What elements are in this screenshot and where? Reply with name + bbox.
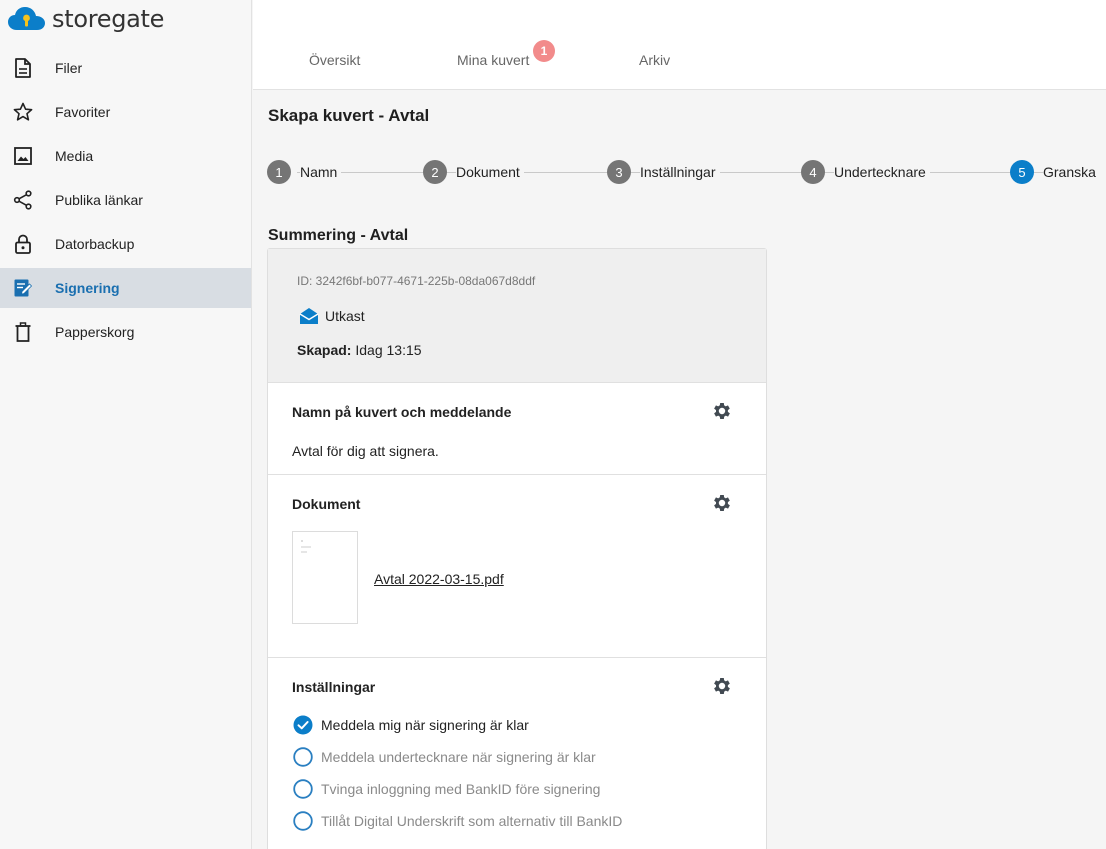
option-label: Meddela mig när signering är klar [321, 717, 529, 733]
gear-icon[interactable] [711, 400, 733, 422]
image-icon [13, 146, 33, 166]
sidebar-item-label: Media [55, 148, 94, 164]
document-thumbnail[interactable] [292, 531, 358, 624]
sidebar-item-media[interactable]: Media [0, 136, 251, 176]
trash-icon [13, 322, 33, 342]
sidebar-item-filer[interactable]: Filer [0, 48, 251, 88]
envelope-message: Avtal för dig att signera. [292, 443, 439, 459]
sidebar-item-label: Papperskorg [55, 324, 135, 340]
step-label: Dokument [456, 164, 524, 180]
sidebar-item-label: Filer [55, 60, 83, 76]
tab-mina-kuvert[interactable]: Mina kuvert [457, 52, 529, 68]
step-number: 5 [1010, 160, 1034, 184]
option-force-bankid[interactable]: Tvinga inloggning med BankID före signer… [293, 779, 600, 799]
step-installningar[interactable]: 3 Inställningar [607, 160, 720, 184]
document-link[interactable]: Avtal 2022-03-15.pdf [374, 571, 504, 587]
sidebar-item-papperskorg[interactable]: Papperskorg [0, 312, 251, 352]
sidebar-item-datorbackup[interactable]: Datorbackup [0, 224, 251, 264]
step-number: 1 [267, 160, 291, 184]
checked-circle-icon [293, 715, 313, 735]
created-value: Idag 13:15 [355, 342, 422, 358]
tab-bar: Översikt Mina kuvert 1 Arkiv [253, 0, 1106, 90]
sidebar-item-label: Signering [55, 280, 120, 296]
step-number: 2 [423, 160, 447, 184]
star-icon [13, 102, 33, 122]
step-namn[interactable]: 1 Namn [267, 160, 342, 184]
signing-icon [13, 278, 33, 298]
section-title: Namn på kuvert och meddelande [292, 404, 512, 420]
main-content: Översikt Mina kuvert 1 Arkiv Skapa kuver… [253, 0, 1106, 849]
option-notify-signers[interactable]: Meddela undertecknare när signering är k… [293, 747, 596, 767]
sidebar-item-signering[interactable]: Signering [0, 268, 251, 308]
envelope-id: ID: 3242f6bf-b077-4671-225b-08da067d8ddf [297, 274, 536, 288]
option-label: Tvinga inloggning med BankID före signer… [321, 781, 601, 797]
step-label: Undertecknare [834, 164, 930, 180]
page-title: Skapa kuvert - Avtal [268, 106, 430, 125]
name-section: Namn på kuvert och meddelande Avtal för … [268, 382, 766, 474]
app-window: storegate Filer Favoriter Media Publika … [0, 0, 1106, 849]
created-info: Skapad: Idag 13:15 [297, 342, 422, 358]
storegate-cloud-icon [8, 7, 45, 30]
step-label: Granska [1043, 164, 1100, 180]
document-preview-icon [301, 540, 311, 553]
brand-logo[interactable]: storegate [8, 4, 164, 34]
option-label: Tillåt Digital Underskrift som alternati… [321, 813, 623, 829]
envelope-status: Utkast [299, 307, 365, 325]
sidebar-item-label: Favoriter [55, 104, 111, 120]
gear-icon[interactable] [711, 492, 733, 514]
sidebar-nav: Filer Favoriter Media Publika länkar Dat… [0, 48, 251, 356]
step-number: 3 [607, 160, 631, 184]
radio-circle-icon [293, 779, 313, 799]
sidebar-item-label: Publika länkar [55, 192, 143, 208]
sidebar-item-favoriter[interactable]: Favoriter [0, 92, 251, 132]
section-title: Dokument [292, 496, 361, 512]
summary-card: ID: 3242f6bf-b077-4671-225b-08da067d8ddf… [267, 248, 767, 849]
step-label: Namn [300, 164, 342, 180]
documents-section: Dokument Avtal 2022-03-15.pdf [268, 474, 766, 657]
envelope-icon [299, 308, 319, 324]
sidebar-item-publika-lankar[interactable]: Publika länkar [0, 180, 251, 220]
brand-name: storegate [52, 5, 165, 33]
step-granska[interactable]: 5 Granska [1010, 160, 1100, 184]
settings-section: Inställningar Meddela mig när signering … [268, 657, 766, 849]
tab-oversikt[interactable]: Översikt [309, 52, 360, 68]
notification-badge: 1 [533, 40, 555, 62]
file-icon [13, 58, 33, 78]
step-undertecknare[interactable]: 4 Undertecknare [801, 160, 930, 184]
sidebar: storegate Filer Favoriter Media Publika … [0, 0, 252, 849]
lock-icon [13, 234, 33, 254]
created-label: Skapad: [297, 342, 352, 358]
option-allow-digital-signature[interactable]: Tillåt Digital Underskrift som alternati… [293, 811, 622, 831]
wizard-stepper: 1 Namn 2 Dokument 3 Inställningar 4 Unde… [267, 160, 1100, 186]
summary-title: Summering - Avtal [268, 227, 409, 244]
step-dokument[interactable]: 2 Dokument [423, 160, 524, 184]
tab-arkiv[interactable]: Arkiv [639, 52, 670, 68]
gear-icon[interactable] [711, 675, 733, 697]
sidebar-item-label: Datorbackup [55, 236, 135, 252]
radio-circle-icon [293, 811, 313, 831]
option-notify-me[interactable]: Meddela mig när signering är klar [293, 715, 529, 735]
step-label: Inställningar [640, 164, 720, 180]
step-number: 4 [801, 160, 825, 184]
section-title: Inställningar [292, 679, 376, 695]
envelope-header: ID: 3242f6bf-b077-4671-225b-08da067d8ddf… [268, 249, 766, 382]
option-label: Meddela undertecknare när signering är k… [321, 749, 596, 765]
status-label: Utkast [325, 308, 365, 324]
radio-circle-icon [293, 747, 313, 767]
share-icon [13, 190, 33, 210]
